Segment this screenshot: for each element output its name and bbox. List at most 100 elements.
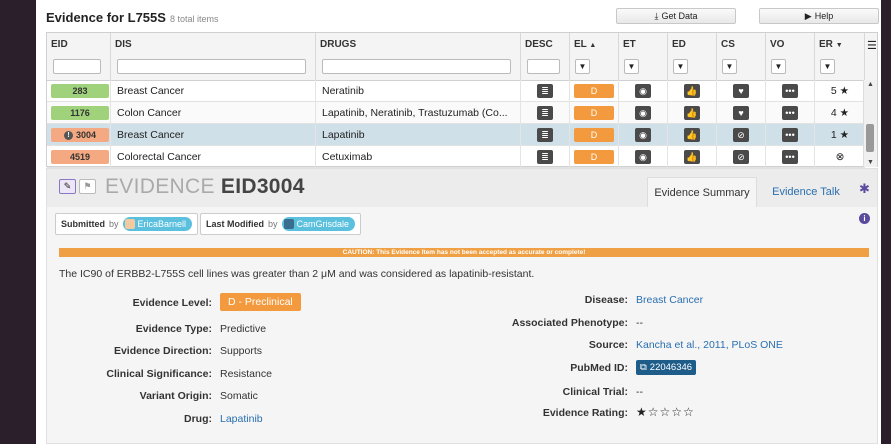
star-icon: ★ [839, 129, 850, 141]
eid-cell: 283 [47, 80, 111, 102]
col-et[interactable]: ET ▼ [619, 33, 668, 80]
col-vo-label: VO [770, 39, 785, 50]
el-cell: D [570, 80, 619, 102]
disease-cell: Breast Cancer [111, 80, 316, 102]
pubmed-link[interactable]: ⧉ 22046346 [636, 360, 697, 375]
ban-icon: ⊘ [733, 150, 749, 164]
scroll-up-icon[interactable]: ▲ [867, 81, 874, 88]
heart-icon: ♥ [733, 106, 749, 120]
er-cell: ⊗ [815, 146, 865, 168]
field-label: Evidence Rating: [542, 407, 628, 419]
vo-cell: ••• [766, 124, 815, 146]
vo-cell: ••• [766, 80, 815, 102]
drug-link[interactable]: Lapatinib [220, 413, 263, 425]
col-ed[interactable]: ED ▼ [668, 33, 717, 80]
ed-cell: 👍 [668, 146, 717, 168]
field-label: PubMed ID: [570, 362, 628, 374]
er-filter-dropdown[interactable]: ▼ [820, 59, 835, 74]
et-cell: ◉ [619, 80, 668, 102]
evidence-title: EVIDENCE EID3004 [105, 175, 305, 199]
field-label: Variant Origin: [139, 390, 212, 402]
modified-label: Last Modified [206, 219, 264, 229]
col-el-label: EL ▲ [574, 39, 596, 50]
el-filter-dropdown[interactable]: ▼ [575, 59, 590, 74]
er-cell: 1 ★ [815, 124, 865, 146]
not-rated-icon: ⊗ [835, 151, 845, 163]
er-cell: 4 ★ [815, 102, 865, 124]
col-er[interactable]: ER ▼ ▼ [815, 33, 865, 80]
tab-evidence-summary[interactable]: Evidence Summary [647, 177, 757, 207]
et-cell: ◉ [619, 102, 668, 124]
help-button[interactable]: ▶ Help [759, 8, 879, 24]
evidence-statement: The IC90 of ERBB2-L755S cell lines was g… [59, 268, 535, 280]
eid-badge[interactable]: 4519 [51, 150, 109, 164]
drugs-cell: Cetuximab [316, 146, 521, 168]
dis-filter-input[interactable] [117, 59, 306, 74]
er-cell: 5 ★ [815, 80, 865, 102]
et-cell: ◉ [619, 124, 668, 146]
get-data-button[interactable]: ⤓ Get Data [616, 8, 736, 24]
submitted-user: EricaBarnell [137, 219, 187, 229]
eid-badge[interactable]: 1176 [51, 106, 109, 120]
col-er-label: ER ▼ [819, 39, 843, 50]
table-row[interactable]: 4519 Colorectal Cancer Cetuximab ≣ D ◉ 👍… [47, 146, 865, 168]
eid-text: 3004 [75, 130, 97, 140]
col-dis[interactable]: DIS [111, 33, 316, 80]
star-icon: ★ [839, 107, 850, 119]
gear-icon[interactable]: ✱ [859, 181, 870, 197]
panel-title-text: Evidence for L755S [46, 10, 166, 25]
thumbs-up-icon: 👍 [684, 128, 700, 142]
tab-evidence-talk[interactable]: Evidence Talk [762, 177, 850, 207]
edit-pencil-icon[interactable]: ✎ [59, 179, 76, 194]
evidence-level-badge: D [574, 150, 614, 164]
grid-menu-icon[interactable]: ☰ [867, 39, 877, 52]
col-et-label: ET [623, 39, 636, 50]
eid-badge[interactable]: ! 3004 [51, 128, 109, 142]
el-cell: D [570, 124, 619, 146]
col-desc[interactable]: DESC [521, 33, 570, 80]
cs-cell: ⊘ [717, 124, 766, 146]
col-el[interactable]: EL ▲ ▼ [570, 33, 619, 80]
description-icon[interactable]: ≣ [537, 106, 553, 120]
scroll-thumb[interactable] [866, 124, 874, 152]
et-filter-dropdown[interactable]: ▼ [624, 59, 639, 74]
col-vo[interactable]: VO ▼ [766, 33, 815, 80]
vo-cell: ••• [766, 146, 815, 168]
scroll-down-icon[interactable]: ▼ [867, 159, 874, 166]
flag-icon[interactable]: ⚑ [79, 179, 96, 194]
eid-filter-input[interactable] [53, 59, 101, 74]
source-link[interactable]: Kancha et al., 2011, PLoS ONE [636, 339, 783, 351]
item-count: 8 total items [169, 14, 219, 24]
desc-cell: ≣ [521, 146, 570, 168]
title-prefix: EVIDENCE [105, 175, 215, 198]
table-row[interactable]: 283 Breast Cancer Neratinib ≣ D ◉ 👍 ♥ ••… [47, 80, 865, 102]
field-label: Clinical Trial: [562, 386, 628, 398]
desc-filter-input[interactable] [527, 59, 560, 74]
col-cs[interactable]: CS ▼ [717, 33, 766, 80]
modified-box: Last Modified by CamGrisdale [200, 213, 362, 235]
vo-filter-dropdown[interactable]: ▼ [771, 59, 786, 74]
info-icon[interactable]: i [859, 213, 870, 224]
drugs-filter-input[interactable] [322, 59, 511, 74]
title-id: EID3004 [220, 175, 305, 198]
drugs-cell: Neratinib [316, 80, 521, 102]
col-cs-label: CS [721, 39, 735, 50]
vo-cell: ••• [766, 102, 815, 124]
col-drugs[interactable]: DRUGS [316, 33, 521, 80]
cs-filter-dropdown[interactable]: ▼ [722, 59, 737, 74]
ed-filter-dropdown[interactable]: ▼ [673, 59, 688, 74]
user-pill[interactable]: EricaBarnell [122, 217, 193, 231]
user-pill[interactable]: CamGrisdale [281, 217, 356, 231]
col-eid-label: EID [51, 39, 68, 50]
disease-cell: Breast Cancer [111, 124, 316, 146]
description-icon[interactable]: ≣ [537, 128, 553, 142]
eye-icon: ◉ [635, 128, 651, 142]
col-eid[interactable]: EID [47, 33, 111, 80]
eid-badge[interactable]: 283 [51, 84, 109, 98]
grid-scrollbar[interactable]: ▲ ▼ [863, 80, 877, 167]
description-icon[interactable]: ≣ [537, 84, 553, 98]
table-row[interactable]: 1176 Colon Cancer Lapatinib, Neratinib, … [47, 102, 865, 124]
disease-link[interactable]: Breast Cancer [636, 294, 703, 306]
table-row-selected[interactable]: ! 3004 Breast Cancer Lapatinib ≣ D ◉ 👍 ⊘ … [47, 124, 865, 146]
description-icon[interactable]: ≣ [537, 150, 553, 164]
